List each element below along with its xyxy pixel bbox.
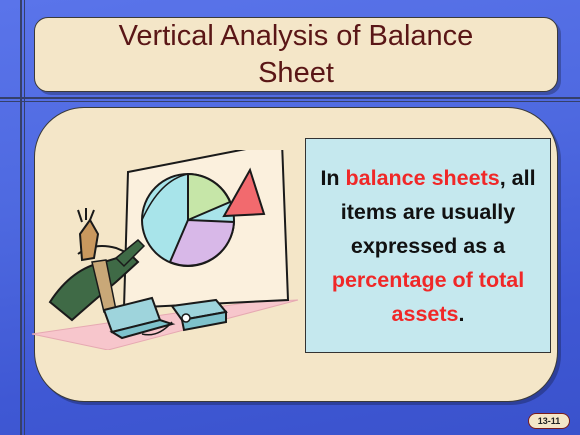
callout-text: In balance sheets, all items are usually…: [314, 161, 542, 331]
callout-text-part-1: In: [320, 165, 346, 190]
title-box: Vertical Analysis of Balance Sheet: [34, 17, 558, 92]
presenter-clipart: [31, 150, 299, 350]
callout-highlight-balance-sheets: balance sheets: [345, 165, 500, 190]
slide-title: Vertical Analysis of Balance Sheet: [119, 18, 474, 92]
slide-title-line-1: Vertical Analysis of Balance: [118, 19, 474, 52]
slide-number-badge: 13-11: [528, 413, 570, 429]
slide-title-line-2: Sheet: [258, 56, 334, 89]
callout-highlight-percentage: percentage of total assets: [331, 267, 525, 326]
callout-text-part-3: .: [458, 301, 465, 326]
callout-box: In balance sheets, all items are usually…: [305, 138, 551, 353]
horizontal-rule-top-inner: [0, 101, 580, 102]
horizontal-rule-top: [0, 97, 580, 99]
